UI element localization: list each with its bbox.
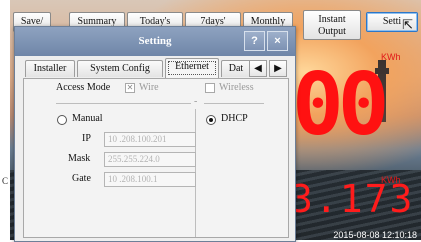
setting-dialog: Setting ? × Installer System Config Ethe… <box>14 26 296 242</box>
settings-button[interactable]: Setti ⇱ <box>366 12 418 32</box>
tab-ethernet[interactable]: Ethernet <box>165 58 219 78</box>
access-mode-label: Access Mode <box>56 82 111 93</box>
tab-scroll-left-icon[interactable]: ◀ <box>249 60 267 77</box>
wireless-label: Wireless <box>219 82 254 93</box>
left-edge-char: C <box>2 176 9 186</box>
ip-label: IP <box>82 133 91 144</box>
wireless-checkbox[interactable] <box>205 83 215 93</box>
gate-field[interactable]: 10 .208.100.1 <box>104 172 196 187</box>
dialog-title: Setting <box>138 35 172 47</box>
settings-button-label: Setti <box>382 16 402 27</box>
manual-label: Manual <box>72 113 103 124</box>
left-margin <box>0 0 10 240</box>
tab-system-config[interactable]: System Config <box>77 60 163 77</box>
tab-scroll-right-icon[interactable]: ▶ <box>269 60 287 77</box>
manual-radio[interactable] <box>57 115 67 125</box>
dhcp-radio[interactable] <box>206 115 216 125</box>
gate-label: Gate <box>72 173 91 184</box>
mask-label: Mask <box>68 153 91 164</box>
dialog-tabs: Installer System Config Ethernet Dat ◀ ▶ <box>23 58 291 78</box>
help-button[interactable]: ? <box>244 31 265 51</box>
small-value-display: 3.173 <box>290 177 415 221</box>
ip-field[interactable]: 10 .208.100.201 <box>104 132 196 147</box>
mask-field[interactable]: 255.255.224.0 <box>104 152 196 167</box>
divider-separator: - <box>194 96 198 107</box>
wire-checkbox[interactable]: ✕ <box>125 83 135 93</box>
dhcp-label: DHCP <box>221 113 248 124</box>
tab-data[interactable]: Dat <box>221 60 251 77</box>
timestamp: 2015-08-08 12:10:18 <box>333 230 417 240</box>
close-button[interactable]: × <box>267 31 288 51</box>
divider-left <box>56 103 191 104</box>
instant-output-button[interactable]: Instant Output <box>303 10 361 40</box>
ethernet-panel: Access Mode ✕ Wire Wireless - Manual DHC… <box>23 78 289 238</box>
tab-installer[interactable]: Installer <box>25 60 75 77</box>
mouse-cursor-icon: ⇱ <box>402 17 413 32</box>
wire-label: Wire <box>139 82 159 93</box>
divider-right <box>204 103 264 104</box>
big-value-display: 00 <box>292 55 390 155</box>
dialog-titlebar: Setting ? × <box>15 27 295 56</box>
